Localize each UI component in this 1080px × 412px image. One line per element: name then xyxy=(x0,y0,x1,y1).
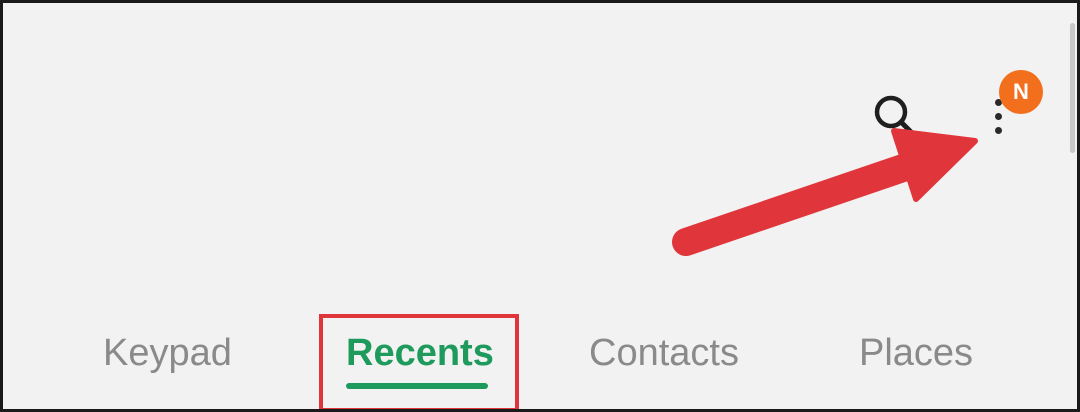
search-icon xyxy=(874,95,916,137)
more-vert-icon-dot xyxy=(995,127,1002,134)
search-button[interactable] xyxy=(867,89,923,145)
tab-keypad[interactable]: Keypad xyxy=(103,325,232,381)
notification-badge: N xyxy=(999,70,1043,114)
tab-contacts[interactable]: Contacts xyxy=(589,325,739,381)
scrollbar[interactable] xyxy=(1070,23,1075,153)
more-vert-icon-dot xyxy=(995,113,1002,120)
tab-recents[interactable]: Recents xyxy=(346,325,494,381)
screenshot-frame: N Keypad Recents Contacts Places xyxy=(0,0,1080,412)
tab-places[interactable]: Places xyxy=(859,325,973,381)
active-tab-indicator xyxy=(346,383,488,389)
